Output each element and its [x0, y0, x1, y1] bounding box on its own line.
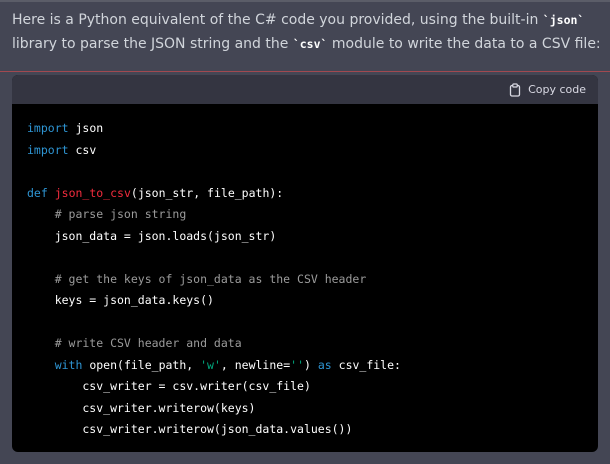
code-line-5: # parse json string [27, 207, 187, 221]
code-line-15: csv_writer.writerow(json_data.values()) [27, 422, 353, 436]
code-block-header: Copy code [12, 75, 598, 104]
code-line-2: import csv [27, 142, 97, 157]
intro-text-part-2: library to parse the JSON string and the [12, 36, 293, 52]
chat-message-frame: Here is a Python equivalent of the C# co… [0, 0, 610, 464]
code-line-11: # write CSV header and data [27, 336, 242, 350]
code-line-8: # get the keys of json_data as the CSV h… [27, 271, 367, 286]
code-line-13: csv_writer = csv.writer(csv_file) [27, 379, 311, 393]
code-line-12: with open(file_path, 'w', newline='') as… [54, 357, 401, 372]
top-divider [0, 0, 610, 2]
intro-text-part-1: Here is a Python equivalent of the C# co… [12, 12, 543, 28]
inline-code-json: `json` [542, 13, 585, 27]
code-block: Copy code import json import csv def json_… [12, 75, 598, 452]
code-content[interactable]: import json import csv def json_to_csv(jso… [12, 104, 598, 441]
copy-code-button[interactable]: Copy code [508, 82, 586, 97]
code-line-14: csv_writer.writerow(keys) [27, 400, 256, 415]
code-line-9: keys = json_data.keys() [27, 293, 214, 307]
inline-code-csv: `csv` [292, 37, 328, 51]
copy-code-label: Copy code [528, 83, 586, 96]
code-line-6: json_data = json.loads(json_str) [27, 228, 277, 243]
code-line-1: import json [27, 121, 104, 135]
intro-text-part-3: module to write the data to a CSV file: [327, 36, 601, 52]
code-line-4: def json_to_csv(json_str, file_path): [27, 185, 284, 200]
clipboard-icon [508, 82, 522, 97]
assistant-message-text: Here is a Python equivalent of the C# co… [12, 8, 604, 56]
selection-border-line [0, 71, 610, 72]
